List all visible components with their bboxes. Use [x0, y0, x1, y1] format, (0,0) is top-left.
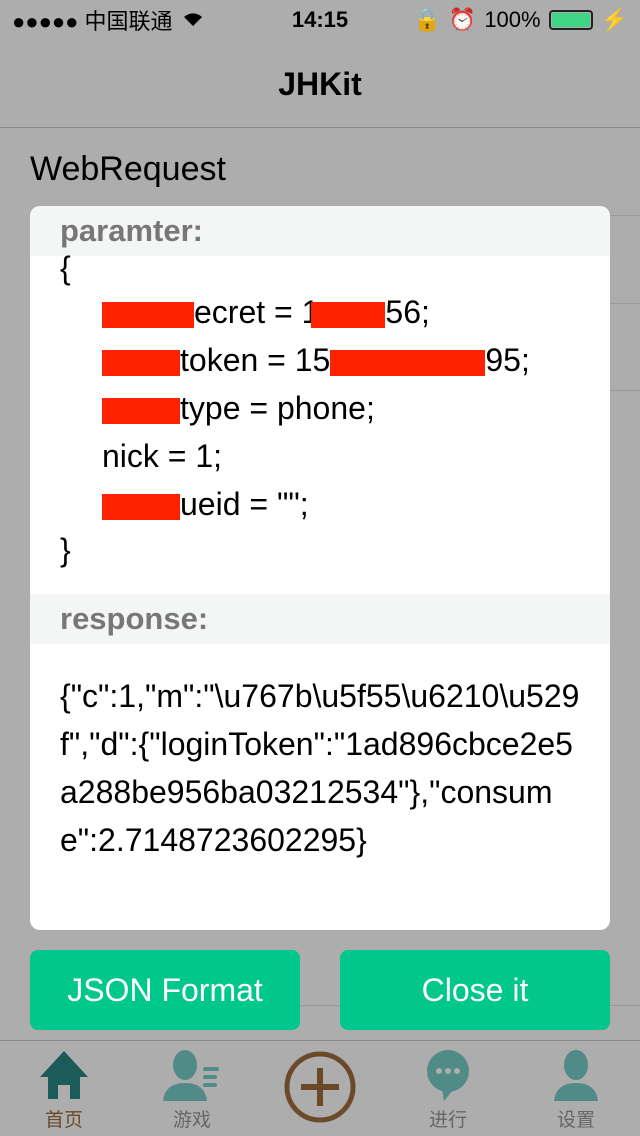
section-title: WebRequest — [30, 150, 226, 188]
tab-add[interactable] — [256, 1041, 384, 1136]
param-close: } — [60, 532, 71, 568]
param-header: paramter: — [30, 206, 610, 256]
nav-title: JHKit — [0, 40, 640, 128]
tab-bar: 首页 游戏 进行 设置 — [0, 1040, 640, 1136]
chat-bubble-icon — [427, 1050, 469, 1101]
redaction — [102, 301, 194, 328]
tab-progress[interactable]: 进行 — [384, 1041, 512, 1136]
json-format-button[interactable]: JSON Format — [30, 950, 300, 1030]
close-button[interactable]: Close it — [340, 950, 610, 1030]
battery-percent: 100% — [484, 7, 541, 32]
param-line: ueid = ""; — [102, 486, 309, 523]
carrier: ●●●●● 中国联通 — [12, 9, 173, 34]
redaction — [330, 349, 486, 376]
tab-games[interactable]: 游戏 — [128, 1041, 256, 1136]
redaction — [102, 397, 180, 424]
wifi-icon — [181, 7, 205, 33]
battery-icon — [548, 10, 593, 30]
param-line: nick = 1; — [102, 438, 223, 474]
param-line: token = 15 95; — [102, 342, 530, 379]
rotation-lock-icon: 🔒 — [413, 7, 441, 32]
request-dialog: paramter: { ecret = 1 56; token = 15 95; t… — [30, 206, 610, 930]
charging-icon: ⚡ — [600, 7, 628, 32]
redaction — [102, 349, 180, 376]
param-line: type = phone; — [102, 390, 375, 427]
tab-home[interactable]: 首页 — [0, 1041, 128, 1136]
redaction — [102, 493, 180, 520]
response-header: response: — [30, 594, 610, 644]
response-text: {"c":1,"m":"\u767b\u5f55\u6210\u529f","d… — [60, 678, 580, 858]
home-icon — [40, 1051, 88, 1099]
user-list-icon — [163, 1050, 219, 1101]
plus-circle-icon — [284, 1051, 356, 1122]
alarm-icon: ⏰ — [448, 7, 477, 32]
tab-settings[interactable]: 设置 — [512, 1041, 640, 1136]
status-bar: ●●●●● 中国联通 14:15 🔒 ⏰ 100% ⚡ — [0, 0, 640, 40]
param-open: { — [60, 250, 71, 286]
param-body: { ecret = 1 56; token = 15 95; type = phon… — [30, 250, 610, 594]
redaction — [311, 301, 386, 328]
param-line: ecret = 1 56; — [102, 294, 430, 331]
user-icon — [554, 1050, 598, 1101]
